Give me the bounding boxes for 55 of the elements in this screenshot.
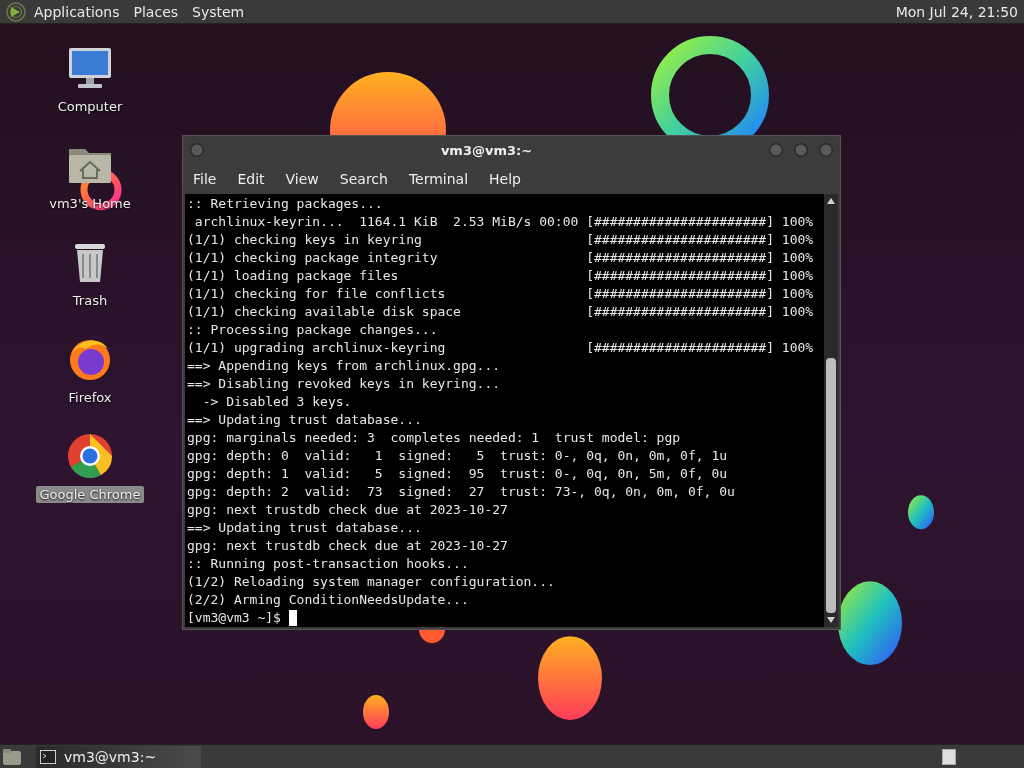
menu-item[interactable]: Search bbox=[339, 169, 388, 189]
wallpaper-bubble bbox=[908, 495, 934, 530]
terminal-line: ==> Disabling revoked keys in keyring... bbox=[187, 375, 502, 393]
terminal-line: (1/1) upgrading archlinux-keyring [######################] 100% bbox=[187, 339, 815, 357]
text-cursor bbox=[288, 610, 297, 626]
menu-item[interactable]: Edit bbox=[237, 169, 265, 189]
terminal-line: -> Disabled 3 keys. bbox=[201, 393, 353, 411]
terminal-line: archlinux-keyrin... 1164.1 KiB 2.53 MiB/s 00:00 [######################] 100% bbox=[193, 213, 815, 231]
terminal-line: gpg: marginals needed: 3 completes needed: 1 trust model: pgp bbox=[187, 429, 682, 447]
scroll-up-arrow-icon bbox=[826, 197, 836, 205]
taskbar-button[interactable]: vm3@vm3:~ bbox=[36, 745, 201, 768]
scrollbar[interactable] bbox=[824, 194, 838, 627]
terminal-line: gpg: depth: 1 valid: 5 signed: 95 trust: 0-, 0q, 0n, 5m, 0f, 0u bbox=[187, 465, 729, 483]
terminal-line: ==> Updating trust database... bbox=[187, 411, 423, 429]
terminal-line: gpg: next trustdb check due at 2023-10-27 bbox=[187, 501, 509, 519]
terminal-line: gpg: next trustdb check due at 2023-10-27 bbox=[187, 537, 509, 555]
terminal-icon bbox=[40, 749, 56, 764]
close-button-icon[interactable] bbox=[818, 142, 834, 158]
desktop-icon-label[interactable]: Computer bbox=[53, 98, 127, 115]
desktop-icon-label[interactable]: Trash bbox=[68, 292, 112, 309]
window-menu-button-icon bbox=[189, 142, 205, 158]
terminal-line: (1/1) checking available disk space [######################] 100% bbox=[187, 303, 815, 321]
menu-item[interactable]: Help bbox=[489, 169, 521, 189]
distro-logo-icon bbox=[6, 1, 26, 22]
menu-item[interactable]: View bbox=[285, 169, 319, 189]
wallpaper-bubble bbox=[363, 695, 389, 729]
clock[interactable]: Mon Jul 24, 21:50 bbox=[895, 3, 1018, 20]
scroll-down-arrow-icon bbox=[826, 616, 836, 624]
scrollbar-thumb[interactable] bbox=[826, 358, 836, 613]
panel-menu[interactable]: Applications bbox=[34, 3, 120, 20]
terminal-prompt: [vm3@vm3 ~]$ bbox=[187, 609, 281, 627]
terminal-line: (1/1) checking for file conflicts [######################] 100% bbox=[187, 285, 815, 303]
minimize-button-icon[interactable] bbox=[768, 142, 784, 158]
terminal-line: (1/1) loading package files [######################] 100% bbox=[187, 267, 815, 285]
terminal-line: (1/1) checking keys in keyring [######################] 100% bbox=[187, 231, 815, 249]
menu-item[interactable]: File bbox=[193, 169, 217, 189]
window-title: vm3@vm3:~ bbox=[439, 142, 534, 158]
terminal-line: :: Running post-transaction hooks... bbox=[187, 555, 470, 573]
workspace-switcher[interactable] bbox=[942, 748, 956, 765]
maximize-button-icon[interactable] bbox=[793, 142, 809, 158]
terminal-line: gpg: depth: 0 valid: 1 signed: 5 trust: 0-, 0q, 0n, 0m, 0f, 1u bbox=[187, 447, 729, 465]
terminal-line: (2/2) Arming ConditionNeedsUpdate... bbox=[187, 591, 470, 609]
menu-item[interactable]: Terminal bbox=[408, 169, 469, 189]
terminal-line: ==> Appending keys from archlinux.gpg... bbox=[187, 357, 502, 375]
terminal-line: ==> Updating trust database... bbox=[187, 519, 423, 537]
show-desktop-icon[interactable] bbox=[2, 747, 22, 766]
terminal-line: gpg: depth: 2 valid: 73 signed: 27 trust: 73-, 0q, 0n, 0m, 0f, 0u bbox=[187, 483, 736, 501]
terminal-line: (1/2) Reloading system manager configuration... bbox=[187, 573, 556, 591]
desktop-icon-label[interactable]: Firefox bbox=[64, 389, 116, 406]
terminal-line: (1/1) checking package integrity [######################] 100% bbox=[187, 249, 815, 267]
terminal-line: :: Retrieving packages... bbox=[187, 195, 384, 213]
panel-menu[interactable]: System bbox=[192, 3, 245, 20]
tricolor-circle-icon bbox=[66, 432, 114, 480]
panel-menu[interactable]: Places bbox=[133, 3, 179, 20]
terminal-line: :: Processing package changes... bbox=[187, 321, 439, 339]
